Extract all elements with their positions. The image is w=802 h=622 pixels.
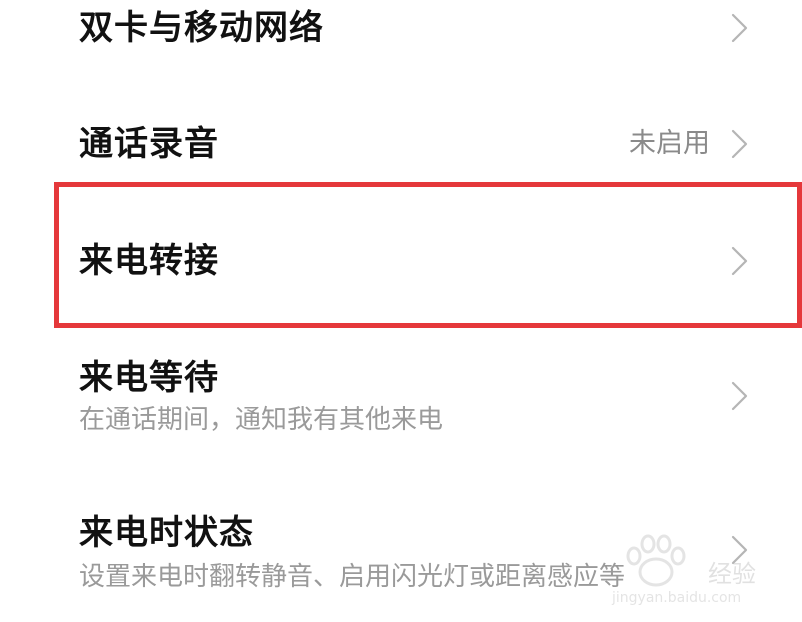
call-settings-screen: 双卡与移动网络 通话录音 未启用 来电转接 来电等待 在通话期间，通知我有其他来… — [0, 0, 802, 622]
settings-item-call-forwarding[interactable]: 来电转接 — [0, 190, 802, 320]
settings-item-subtitle: 设置来电时翻转静音、启用闪光灯或距离感应等 — [79, 562, 626, 592]
chevron-right-icon — [729, 128, 751, 160]
settings-item-title: 来电等待 — [79, 358, 219, 398]
chevron-right-icon — [729, 534, 751, 566]
settings-item-dual-sim[interactable]: 双卡与移动网络 — [0, 0, 802, 70]
chevron-right-icon — [729, 380, 751, 412]
settings-item-title: 双卡与移动网络 — [79, 8, 324, 48]
settings-item-title: 来电转接 — [79, 241, 219, 281]
settings-item-incoming-call-state[interactable]: 来电时状态 设置来电时翻转静音、启用闪光灯或距离感应等 — [0, 490, 802, 610]
settings-item-call-waiting[interactable]: 来电等待 在通话期间，通知我有其他来电 — [0, 340, 802, 450]
chevron-right-icon — [729, 245, 751, 277]
chevron-right-icon — [729, 12, 751, 44]
settings-item-title: 通话录音 — [79, 124, 219, 164]
status-value: 未启用 — [629, 128, 710, 159]
settings-item-subtitle: 在通话期间，通知我有其他来电 — [79, 405, 444, 435]
settings-item-title: 来电时状态 — [79, 513, 254, 553]
settings-item-call-recording[interactable]: 通话录音 未启用 — [0, 100, 802, 190]
